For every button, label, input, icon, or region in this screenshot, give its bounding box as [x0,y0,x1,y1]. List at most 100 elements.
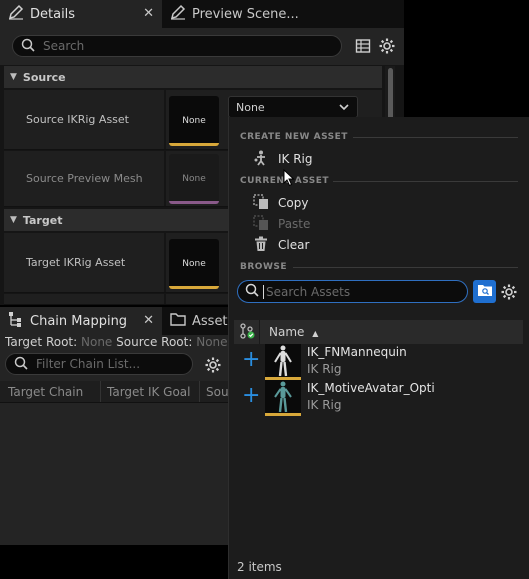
chain-tab-bar: Chain Mapping ✕ Asset [0,307,228,335]
column-target-ik-goal[interactable]: Target IK Goal [107,385,191,399]
row-divider [164,90,166,149]
tab-preview-scene-label: Preview Scene... [192,6,299,22]
menu-item-paste: Paste [253,214,503,234]
thumbnail-text: None [182,116,206,126]
search-icon [21,38,35,55]
asset-row[interactable]: + IK_FNMannequin IK Rig [234,344,523,380]
asset-row[interactable]: + IK_MotiveAvatar_Opti IK Rig [234,380,523,416]
search-assets-placeholder: Search Assets [266,284,351,299]
header-line [353,137,518,138]
paste-icon [253,214,269,234]
asset-picker-popup: CREATE NEW ASSET IK Rig CURRENT ASSET Co… [228,117,529,579]
details-toolbar: Search [0,28,404,65]
source-control-icon [239,322,255,342]
chain-tree-icon [8,311,24,331]
chain-table-header: Target Chain Target IK Goal Sou [0,381,228,403]
tab-details[interactable]: Details ✕ [0,0,162,28]
add-icon[interactable]: + [242,385,260,407]
table-view-icon[interactable] [355,38,371,57]
close-tab-icon[interactable]: ✕ [143,313,154,328]
text-cursor [263,284,264,299]
source-root-value: None [196,335,228,349]
search-assets-input[interactable]: Search Assets [237,280,468,303]
mouse-cursor-icon [283,168,295,190]
source-control-column[interactable] [234,320,260,344]
section-source-title: Source [22,70,66,84]
tab-preview-scene[interactable]: Preview Scene... [164,0,304,28]
asset-type-bar [169,143,219,146]
asset-type: IK Rig [307,398,342,412]
browse-content-button[interactable] [473,280,496,303]
details-tab-bar: Details ✕ Preview Scene... [0,0,404,28]
column-divider [199,381,200,402]
column-name-label: Name [269,325,305,339]
gear-icon[interactable] [204,356,222,377]
property-label: Source Preview Mesh [26,172,143,185]
column-target-chain[interactable]: Target Chain [8,385,83,399]
asset-list-header: Name ▲ [234,320,523,344]
tab-chain-mapping-label: Chain Mapping [30,313,128,329]
chain-mapping-panel: Chain Mapping ✕ Asset Target Root: None … [0,307,228,545]
target-root-label: Target Root: [5,335,78,349]
filter-chain-input[interactable]: Filter Chain List... [5,353,193,375]
asset-name: IK_MotiveAvatar_Opti [307,381,435,395]
folder-search-icon [477,283,493,300]
close-tab-icon[interactable]: ✕ [143,6,154,21]
sort-ascending-icon: ▲ [312,329,319,338]
pencil-icon [8,4,24,24]
section-target-title: Target [22,213,63,227]
search-icon [245,283,259,300]
menu-item-copy[interactable]: Copy [253,193,503,213]
column-source[interactable]: Sou [206,385,228,399]
asset-thumbnail[interactable]: None [169,239,219,289]
section-source-header[interactable]: ▼ Source [4,66,382,88]
thumbnail-text: None [182,174,206,184]
row-divider [164,151,166,206]
search-icon [14,356,28,373]
ik-rig-icon [253,150,269,169]
asset-picker-value: None [236,100,265,114]
copy-icon [253,193,269,213]
tab-details-label: Details [30,6,76,22]
filter-chain-placeholder: Filter Chain List... [36,357,141,371]
trash-icon [253,236,269,255]
target-root-value: None [81,335,113,349]
property-label: Target IKRig Asset [26,256,126,269]
asset-thumbnail[interactable]: None [169,96,219,146]
menu-item-label: Paste [278,217,311,231]
gear-icon[interactable] [378,37,396,58]
tab-asset[interactable]: Asset [164,307,228,335]
column-name[interactable]: Name ▲ [269,325,318,339]
column-divider [100,381,101,402]
row-divider [164,233,166,292]
asset-type: IK Rig [307,362,342,376]
tab-chain-mapping[interactable]: Chain Mapping ✕ [0,307,162,335]
property-label: Source IKRig Asset [26,113,129,126]
details-search-input[interactable]: Search [12,35,342,57]
asset-picker-combo[interactable]: None [228,96,358,118]
chevron-down-icon [339,102,349,115]
mannequin-thumbnail-icon [274,345,292,377]
avatar-thumbnail-icon [274,381,292,413]
asset-thumbnail [265,380,301,416]
add-icon[interactable]: + [242,349,260,371]
folder-icon [170,311,186,331]
details-search-placeholder: Search [43,39,85,53]
menu-item-label: IK Rig [278,152,313,166]
tab-asset-label: Asset [192,313,228,329]
pencil-icon [170,4,186,24]
create-asset-header: CREATE NEW ASSET [240,132,348,142]
thumbnail-text: None [182,259,206,269]
asset-thumbnail [265,344,301,380]
menu-item-clear[interactable]: Clear [253,236,503,254]
gear-icon[interactable] [500,283,518,304]
collapse-arrow-icon: ▼ [10,215,17,225]
menu-item-ik-rig[interactable]: IK Rig [253,150,503,168]
asset-type-bar [265,413,301,416]
asset-name: IK_FNMannequin [307,345,407,359]
row-divider [164,294,166,304]
asset-thumbnail: None [169,154,219,204]
asset-type-bar [169,201,219,204]
source-root-label: Source Root: [116,335,193,349]
menu-item-label: Copy [278,196,309,210]
